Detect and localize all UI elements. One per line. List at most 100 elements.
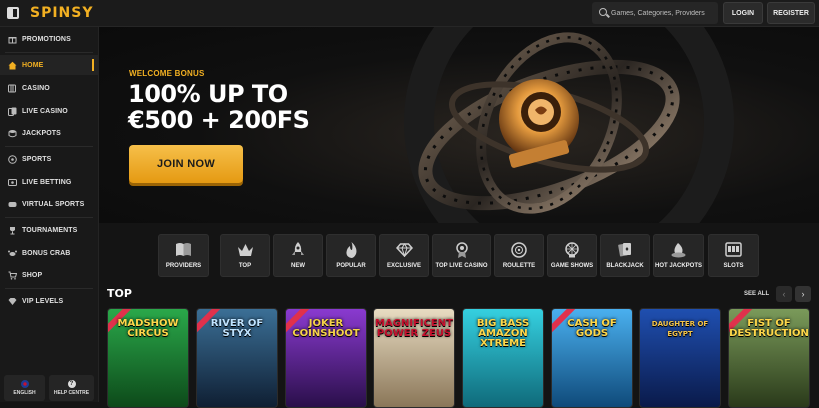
category-exclusive[interactable]: EXCLUSIVE <box>379 234 429 277</box>
coins-icon <box>8 129 17 138</box>
divider <box>5 288 93 289</box>
trophy-icon <box>8 226 17 235</box>
search-box[interactable] <box>592 2 718 24</box>
game-card[interactable]: FIST OF DESTRUCTION <box>728 308 810 408</box>
game-title: CASH OF GODS <box>567 318 617 339</box>
logo[interactable]: SPINSY <box>30 5 94 21</box>
sidebar-toggle-icon[interactable] <box>7 7 19 19</box>
category-label: EXCLUSIVE <box>386 263 421 269</box>
game-title: BIG BASS AMAZON XTREME <box>476 318 530 349</box>
game-card[interactable]: MAGNIFICENT POWER ZEUS <box>373 308 455 408</box>
game-title: JOKER COINSHOOT <box>292 318 360 339</box>
medal-icon <box>453 241 470 258</box>
diamond-icon <box>395 241 413 258</box>
register-button[interactable]: REGISTER <box>767 2 815 24</box>
sidebar-item-jackpots[interactable]: JACKPOTS <box>0 123 99 143</box>
category-hot-jackpots[interactable]: HOT JACKPOTS <box>653 234 704 277</box>
sidebar-item-label: HOME <box>22 61 44 69</box>
chevron-left-icon: ‹ <box>782 289 786 299</box>
sidebar-item-vip-levels[interactable]: VIP LEVELS <box>0 291 99 311</box>
hero-title: 100% UP TO €500 + 200FS <box>128 80 310 134</box>
top-bar: SPINSY LOGIN REGISTER <box>0 0 819 27</box>
sidebar-item-bonus-crab[interactable]: BONUS CRAB <box>0 243 99 263</box>
sidebar-item-virtual-sports[interactable]: VIRTUAL SPORTS <box>0 194 99 214</box>
crab-icon <box>8 249 17 258</box>
home-icon <box>8 61 17 70</box>
sidebar-item-shop[interactable]: SHOP <box>0 265 99 285</box>
search-icon <box>599 8 607 16</box>
category-label: TOP LIVE CASINO <box>435 263 488 269</box>
language-label: ENGLISH <box>13 390 36 396</box>
game-title: DAUGHTER OF EGYPT <box>651 320 709 338</box>
crown-icon <box>237 241 254 258</box>
sidebar-item-label: TOURNAMENTS <box>22 226 78 234</box>
game-card[interactable]: MADSHOW CIRCUS <box>107 308 189 408</box>
hero-title-line: 100% UP TO <box>128 80 288 108</box>
category-label: ROULETTE <box>502 263 536 269</box>
category-game-shows[interactable]: GAME SHOWS <box>547 234 597 277</box>
category-roulette[interactable]: ROULETTE <box>494 234 544 277</box>
sidebar-item-sports[interactable]: SPORTS <box>0 149 99 169</box>
see-all-link[interactable]: SEE ALL <box>744 291 769 297</box>
game-card[interactable]: JOKER COINSHOOT <box>285 308 367 408</box>
live-icon <box>8 178 17 187</box>
sidebar-item-promotions[interactable]: PROMOTIONS <box>0 29 99 49</box>
roulette-icon <box>511 241 528 258</box>
flame-icon <box>343 241 360 258</box>
sidebar-item-label: LIVE CASINO <box>22 107 68 115</box>
hero-rings-art <box>404 27 734 223</box>
game-card[interactable]: CASH OF GODS <box>551 308 633 408</box>
category-popular[interactable]: POPULAR <box>326 234 376 277</box>
gameshow-icon <box>564 241 581 258</box>
sidebar-item-label: VIRTUAL SPORTS <box>22 200 85 208</box>
hero-title-line: €500 + 200FS <box>128 106 310 134</box>
category-top[interactable]: TOP <box>220 234 270 277</box>
sidebar-item-label: SHOP <box>22 271 43 279</box>
sidebar-item-label: LIVE BETTING <box>22 178 72 186</box>
sidebar-item-casino[interactable]: CASINO <box>0 78 99 98</box>
game-card[interactable]: DAUGHTER OF EGYPT <box>639 308 721 408</box>
hero-banner[interactable]: WELCOME BONUS 100% UP TO €500 + 200FS JO… <box>99 27 819 223</box>
book-icon <box>175 241 192 258</box>
ball-icon <box>8 154 17 164</box>
category-label: BLACKJACK <box>606 263 644 269</box>
category-top-live-casino[interactable]: TOP LIVE CASINO <box>432 234 491 277</box>
gift-icon <box>8 35 17 44</box>
category-providers[interactable]: PROVIDERS <box>158 234 209 277</box>
sidebar-item-label: SPORTS <box>22 155 52 163</box>
sidebar-item-tournaments[interactable]: TOURNAMENTS <box>0 220 99 240</box>
cards-icon <box>8 107 17 116</box>
game-title: MAGNIFICENT POWER ZEUS <box>375 318 453 339</box>
diamond-icon <box>8 297 17 306</box>
category-blackjack[interactable]: BLACKJACK <box>600 234 650 277</box>
category-label: PROVIDERS <box>165 263 202 269</box>
category-new[interactable]: NEW <box>273 234 323 277</box>
language-button[interactable]: ENGLISH <box>4 375 45 401</box>
search-input[interactable] <box>611 2 715 24</box>
chevron-right-icon: › <box>801 289 805 299</box>
game-card[interactable]: BIG BASS AMAZON XTREME <box>462 308 544 408</box>
divider <box>5 52 93 53</box>
sidebar-item-live-casino[interactable]: LIVE CASINO <box>0 101 99 121</box>
section-title-top: TOP <box>107 287 132 300</box>
category-label: POPULAR <box>336 263 366 269</box>
sidebar-item-label: CASINO <box>22 84 50 92</box>
slot-icon <box>8 84 17 93</box>
sidebar-item-label: PROMOTIONS <box>22 35 71 43</box>
sidebar-item-label: VIP LEVELS <box>22 297 64 305</box>
category-label: SLOTS <box>723 263 744 269</box>
game-title: FIST OF DESTRUCTION <box>729 318 809 339</box>
rocket-icon <box>290 241 307 258</box>
category-slots[interactable]: SLOTS <box>708 234 759 277</box>
join-now-button[interactable]: JOIN NOW <box>129 145 243 183</box>
game-card[interactable]: RIVER OF STYX <box>196 308 278 408</box>
sidebar-item-home[interactable]: HOME <box>0 55 99 75</box>
carousel-prev-button[interactable]: ‹ <box>776 286 792 302</box>
help-centre-button[interactable]: ? HELP CENTRE <box>49 375 94 401</box>
sidebar-item-live-betting[interactable]: LIVE BETTING <box>0 172 99 192</box>
sidebar-item-label: BONUS CRAB <box>22 249 71 257</box>
category-label: GAME SHOWS <box>550 263 594 269</box>
game-title: RIVER OF STYX <box>210 318 264 339</box>
carousel-next-button[interactable]: › <box>795 286 811 302</box>
login-button[interactable]: LOGIN <box>723 2 763 24</box>
